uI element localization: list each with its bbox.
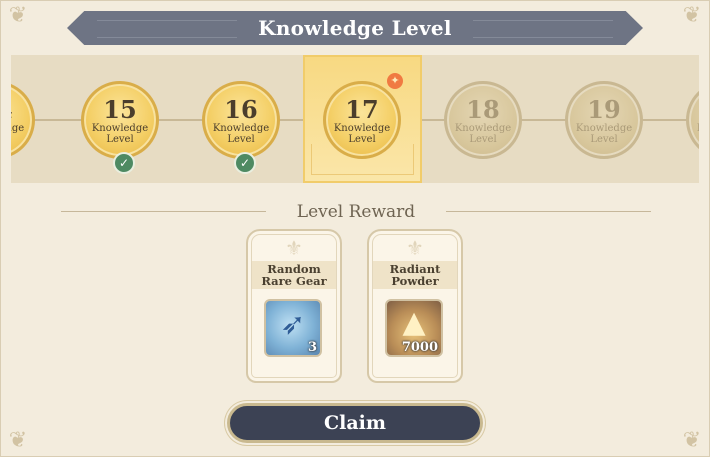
level-number: 20 (689, 97, 699, 123)
corner-ornament-icon: ❦ (8, 428, 28, 453)
level-label: Knowledge Level (689, 123, 699, 145)
corner-ornament-icon: ❦ (682, 428, 702, 453)
banner-ornament (473, 20, 613, 38)
reward-name: Radiant Powder (373, 261, 457, 289)
banner-ornament (97, 20, 237, 38)
level-label: Knowledge Level (454, 123, 512, 145)
reward-name: Random Rare Gear (252, 261, 336, 289)
corner-ornament-icon: ❦ (8, 3, 28, 28)
reward-item-icon[interactable]: ▲ 7000 (385, 299, 443, 357)
check-icon: ✓ (234, 152, 256, 174)
reward-quantity: 7000 (401, 340, 438, 355)
level-number: 16 (224, 95, 258, 124)
gear-icon: ➶ (280, 307, 306, 342)
level-number: 18 (466, 95, 500, 124)
reward-section-header: Level Reward (61, 201, 651, 223)
title-banner: Knowledge Level (67, 11, 643, 45)
level-node-15[interactable]: 15 Knowledge Level ✓ (81, 81, 159, 174)
new-reward-sparkle-icon: ✦ (387, 73, 403, 89)
corner-ornament-icon: ❦ (682, 3, 702, 28)
level-node-14[interactable]: 14 Knowledge Level (11, 81, 35, 159)
level-node-19[interactable]: 19 Knowledge Level (565, 81, 643, 159)
reward-card-radiant-powder[interactable]: ⚜ Radiant Powder ▲ 7000 (367, 229, 463, 383)
powder-icon: ▲ (402, 305, 426, 340)
reward-quantity: 3 (307, 340, 317, 355)
check-icon: ✓ (113, 152, 135, 174)
level-number: 19 (587, 95, 621, 124)
level-label: Knowledge Level (575, 123, 633, 145)
level-node-18[interactable]: 18 Knowledge Level (444, 81, 522, 159)
level-label: Knowledge Level (333, 123, 391, 145)
level-node-16[interactable]: 16 Knowledge Level ✓ (202, 81, 280, 174)
claim-button[interactable]: Claim (227, 403, 483, 443)
level-track[interactable]: 14 Knowledge Level 15 Knowledge Level ✓ … (11, 55, 699, 183)
page-title: Knowledge Level (258, 16, 452, 40)
level-number: 15 (103, 95, 137, 124)
fleur-icon: ⚜ (406, 236, 424, 260)
knowledge-level-panel: ❦ ❦ ❦ ❦ Knowledge Level 14 Knowledge Lev… (0, 0, 710, 457)
reward-item-icon[interactable]: ➶ 3 (264, 299, 322, 357)
fleur-icon: ⚜ (285, 236, 303, 260)
level-label: Knowledge Level (11, 123, 25, 134)
level-number: 17 (345, 95, 379, 124)
level-label: Knowledge Level (91, 123, 149, 145)
reward-card-random-rare-gear[interactable]: ⚜ Random Rare Gear ➶ 3 (246, 229, 342, 383)
level-node-20[interactable]: 20 Knowledge Level (686, 81, 699, 159)
level-number: 14 (11, 97, 32, 123)
level-node-17[interactable]: 17 Knowledge Level (323, 81, 401, 159)
level-label: Knowledge Level (212, 123, 270, 145)
reward-heading: Level Reward (296, 202, 416, 222)
